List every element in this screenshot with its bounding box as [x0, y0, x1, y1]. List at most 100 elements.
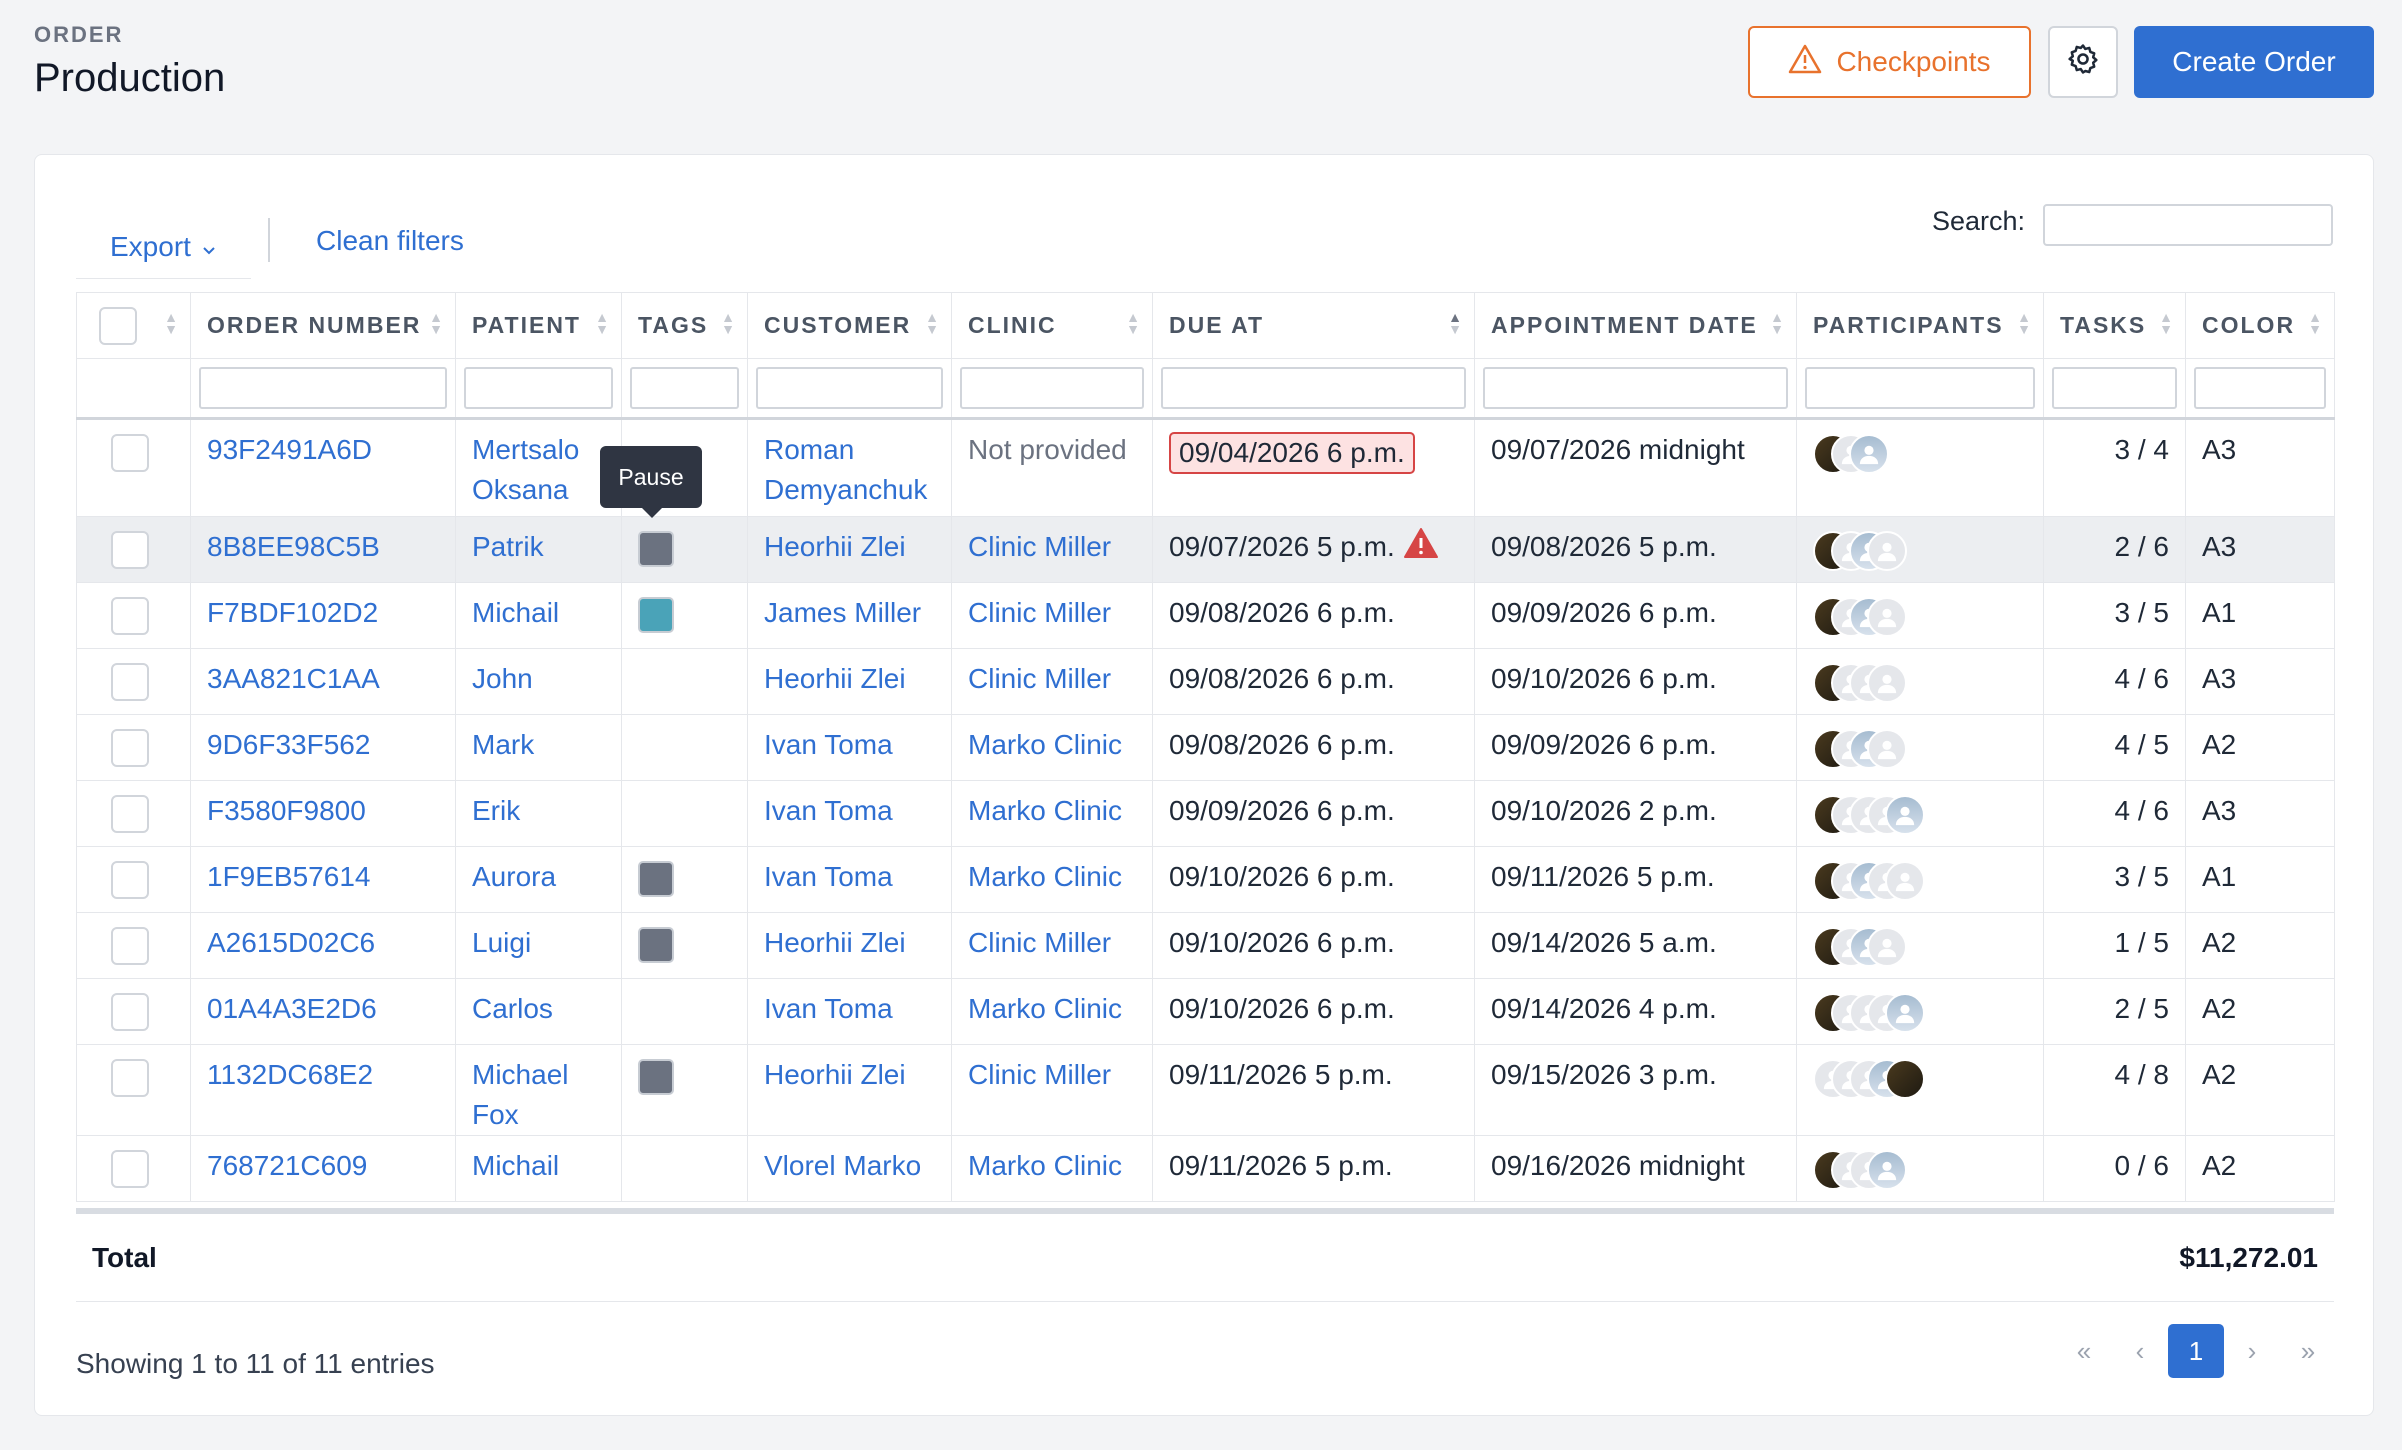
clean-filters-button[interactable]: Clean filters: [316, 216, 464, 266]
participants-avatars[interactable]: [1813, 1150, 2027, 1190]
table-row[interactable]: F3580F9800 Erik Ivan Toma Marko Clinic 09/09…: [76, 780, 2335, 847]
sort-icon[interactable]: ▲ ▼: [2017, 310, 2033, 336]
participants-avatars[interactable]: [1813, 597, 2027, 637]
select-all-checkbox[interactable]: [99, 306, 137, 345]
row-checkbox[interactable]: [111, 927, 149, 965]
filter-appointment-date[interactable]: [1483, 367, 1788, 409]
order-number-link[interactable]: 93F2491A6D: [207, 434, 372, 465]
patient-link[interactable]: John: [472, 663, 533, 694]
last-page-button[interactable]: »: [2280, 1324, 2336, 1378]
customer-link[interactable]: Roman Demyanchuk: [764, 434, 927, 505]
participants-avatars[interactable]: [1813, 927, 2027, 967]
patient-link[interactable]: Mertsalo Oksana: [472, 434, 579, 505]
filter-tags[interactable]: [630, 367, 739, 409]
tag-swatch[interactable]: [638, 531, 674, 567]
col-due-at[interactable]: DUE AT ▲ ▼: [1152, 292, 1475, 359]
patient-link[interactable]: Patrik: [472, 531, 544, 562]
row-checkbox[interactable]: [111, 795, 149, 833]
row-checkbox[interactable]: [111, 1150, 149, 1188]
sort-icon[interactable]: ▲ ▼: [925, 310, 941, 336]
filter-tasks[interactable]: [2052, 367, 2177, 409]
customer-link[interactable]: Heorhii Zlei: [764, 663, 906, 694]
clinic-link[interactable]: Marko Clinic: [968, 861, 1122, 892]
table-row[interactable]: 01A4A3E2D6 Carlos Ivan Toma Marko Clinic 09/…: [76, 978, 2335, 1045]
row-checkbox[interactable]: [111, 993, 149, 1031]
patient-link[interactable]: Carlos: [472, 993, 553, 1024]
clinic-link[interactable]: Clinic Miller: [968, 1059, 1111, 1090]
filter-due-at[interactable]: [1161, 367, 1466, 409]
col-clinic[interactable]: CLINIC ▲ ▼: [951, 292, 1153, 359]
sort-icon[interactable]: ▲ ▼: [429, 310, 445, 336]
participants-avatars[interactable]: [1813, 434, 2027, 474]
sort-icon[interactable]: ▲ ▼: [1770, 310, 1786, 336]
tag-swatch[interactable]: [638, 861, 674, 897]
customer-link[interactable]: Heorhii Zlei: [764, 927, 906, 958]
clinic-link[interactable]: Marko Clinic: [968, 1150, 1122, 1181]
clinic-link[interactable]: Clinic Miller: [968, 663, 1111, 694]
patient-link[interactable]: Michael Fox: [472, 1059, 568, 1130]
table-row[interactable]: 93F2491A6D Mertsalo Oksana Roman Demyanchu…: [76, 417, 2335, 517]
col-appointment-date[interactable]: APPOINTMENT DATE ▲ ▼: [1474, 292, 1797, 359]
sort-icon[interactable]: ▲ ▼: [1126, 310, 1142, 336]
filter-participants[interactable]: [1805, 367, 2035, 409]
filter-order-number[interactable]: [199, 367, 447, 409]
clinic-link[interactable]: Clinic Miller: [968, 927, 1111, 958]
order-number-link[interactable]: F7BDF102D2: [207, 597, 378, 628]
col-tasks[interactable]: TASKS ▲ ▼: [2043, 292, 2186, 359]
table-row[interactable]: 3AA821C1AA John Heorhii Zlei Clinic Miller 0…: [76, 648, 2335, 715]
clinic-link[interactable]: Clinic Miller: [968, 531, 1111, 562]
customer-link[interactable]: Ivan Toma: [764, 795, 893, 826]
order-number-link[interactable]: F3580F9800: [207, 795, 366, 826]
tag-swatch[interactable]: [638, 1059, 674, 1095]
table-row[interactable]: 8B8EE98C5B Patrik Heorhii Zlei Clinic Mille…: [76, 516, 2335, 583]
col-color[interactable]: COLOR ▲ ▼: [2185, 292, 2335, 359]
table-row[interactable]: 1F9EB57614 Aurora Ivan Toma Marko Clinic 09/…: [76, 846, 2335, 913]
clinic-link[interactable]: Marko Clinic: [968, 993, 1122, 1024]
table-row[interactable]: 1132DC68E2 Michael Fox Heorhii Zlei Clinic …: [76, 1044, 2335, 1136]
filter-customer[interactable]: [756, 367, 943, 409]
sort-icon[interactable]: ▲ ▼: [2308, 310, 2324, 336]
checkpoints-button[interactable]: Checkpoints: [1748, 26, 2031, 98]
col-order-number[interactable]: ORDER NUMBER ▲ ▼: [190, 292, 456, 359]
sort-icon[interactable]: ▲ ▼: [721, 310, 737, 336]
patient-link[interactable]: Luigi: [472, 927, 531, 958]
table-row[interactable]: 768721C609 Michail Vlorel Marko Marko Clini…: [76, 1135, 2335, 1202]
tag-swatch[interactable]: [638, 927, 674, 963]
row-checkbox[interactable]: [111, 1059, 149, 1097]
order-number-link[interactable]: 3AA821C1AA: [207, 663, 380, 694]
next-page-button[interactable]: ›: [2224, 1324, 2280, 1378]
patient-link[interactable]: Aurora: [472, 861, 556, 892]
row-checkbox[interactable]: [111, 861, 149, 899]
participants-avatars[interactable]: [1813, 531, 2027, 571]
search-input[interactable]: [2043, 204, 2333, 246]
row-checkbox[interactable]: [111, 729, 149, 767]
order-number-link[interactable]: 8B8EE98C5B: [207, 531, 380, 562]
participants-avatars[interactable]: [1813, 993, 2027, 1033]
row-checkbox[interactable]: [111, 663, 149, 701]
table-row[interactable]: 9D6F33F562 Mark Ivan Toma Marko Clinic 09/08…: [76, 714, 2335, 781]
col-tags[interactable]: TAGS ▲ ▼: [621, 292, 748, 359]
customer-link[interactable]: Vlorel Marko: [764, 1150, 921, 1181]
clinic-link[interactable]: Clinic Miller: [968, 597, 1111, 628]
page-button-current[interactable]: 1: [2168, 1324, 2224, 1378]
customer-link[interactable]: Ivan Toma: [764, 729, 893, 760]
patient-link[interactable]: Michail: [472, 1150, 559, 1181]
col-participants[interactable]: PARTICIPANTS ▲ ▼: [1796, 292, 2044, 359]
order-number-link[interactable]: 9D6F33F562: [207, 729, 370, 760]
clinic-link[interactable]: Marko Clinic: [968, 729, 1122, 760]
row-checkbox[interactable]: [111, 434, 149, 472]
customer-link[interactable]: Heorhii Zlei: [764, 531, 906, 562]
sort-icon[interactable]: ▲ ▼: [164, 310, 180, 336]
row-checkbox[interactable]: [111, 597, 149, 635]
patient-link[interactable]: Mark: [472, 729, 534, 760]
order-number-link[interactable]: A2615D02C6: [207, 927, 375, 958]
patient-link[interactable]: Erik: [472, 795, 520, 826]
first-page-button[interactable]: «: [2056, 1324, 2112, 1378]
tag-swatch[interactable]: [638, 597, 674, 633]
sort-asc-icon[interactable]: ▲ ▼: [1448, 310, 1464, 336]
patient-link[interactable]: Michail: [472, 597, 559, 628]
sort-icon[interactable]: ▲ ▼: [595, 310, 611, 336]
participants-avatars[interactable]: [1813, 1059, 2027, 1099]
customer-link[interactable]: Ivan Toma: [764, 861, 893, 892]
order-number-link[interactable]: 1F9EB57614: [207, 861, 370, 892]
